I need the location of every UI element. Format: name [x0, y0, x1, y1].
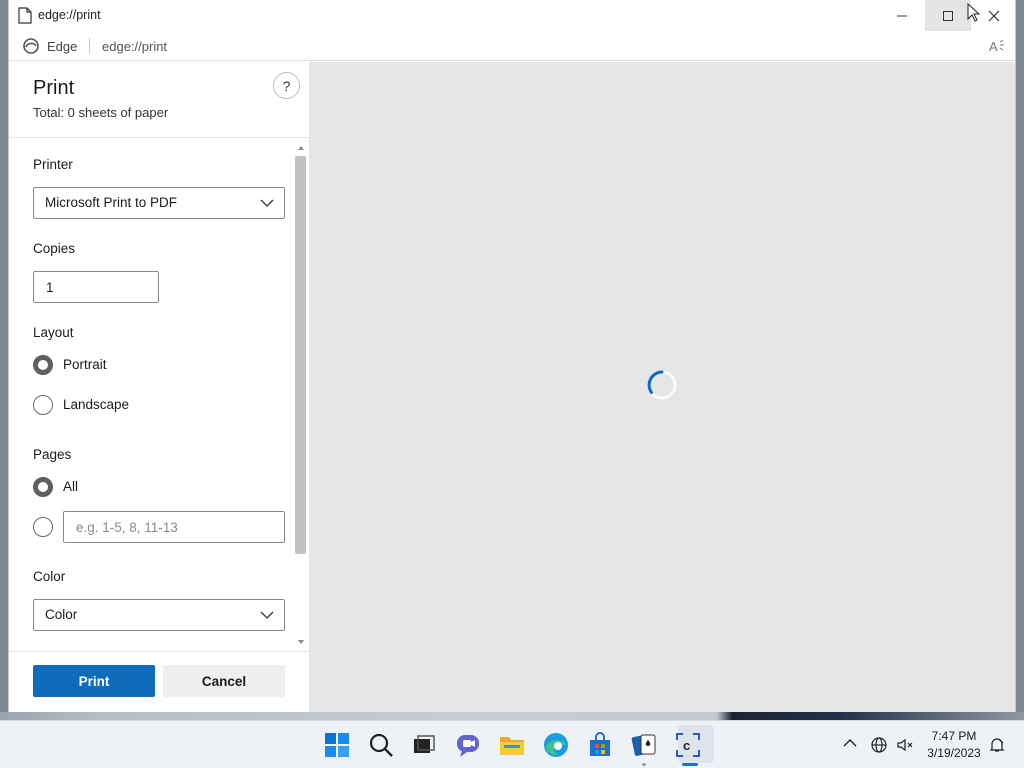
cards-icon[interactable] — [630, 731, 658, 759]
scrollbar-thumb[interactable] — [295, 156, 306, 554]
browser-window: edge://print Edge edge://print A Print T… — [8, 0, 1016, 712]
network-globe-icon[interactable] — [870, 736, 888, 754]
printer-select[interactable]: Microsoft Print to PDF — [33, 187, 285, 219]
chat-icon[interactable] — [454, 731, 482, 759]
print-button[interactable]: Print — [33, 665, 155, 697]
sheets-total: Total: 0 sheets of paper — [33, 105, 169, 120]
address-separator — [89, 38, 90, 54]
taskbar: c 7:47 PM 3/19/2023 — [0, 720, 1024, 768]
edge-icon[interactable] — [542, 731, 570, 759]
browser-brand: Edge — [47, 39, 78, 54]
minimize-icon — [897, 15, 907, 16]
c-app-icon[interactable]: c — [674, 731, 702, 759]
copies-label: Copies — [33, 241, 76, 256]
settings-scroll-area[interactable]: Printer Microsoft Print to PDF Copies 1 … — [9, 139, 309, 651]
edge-logo-icon — [23, 38, 39, 54]
desktop-wallpaper — [0, 712, 1024, 720]
chevron-down-icon — [260, 199, 274, 207]
color-select-value: Color — [45, 607, 78, 622]
printer-label: Printer — [33, 157, 73, 172]
pages-all-radio[interactable] — [33, 477, 53, 497]
cancel-button[interactable]: Cancel — [163, 665, 285, 697]
search-icon[interactable] — [367, 731, 395, 759]
svg-text:c: c — [683, 738, 690, 753]
desktop: edge://print Edge edge://print A Print T… — [0, 0, 1024, 768]
pages-all-label[interactable]: All — [63, 479, 78, 494]
help-icon: ? — [282, 77, 291, 94]
windows-logo-icon[interactable] — [323, 731, 351, 759]
loading-spinner-icon — [647, 370, 677, 400]
print-settings-panel: Print Total: 0 sheets of paper ? Printer… — [9, 62, 309, 712]
solitaire-running-indicator — [642, 763, 646, 766]
maximize-button[interactable] — [925, 0, 971, 31]
color-label: Color — [33, 569, 66, 584]
svg-text:A: A — [989, 39, 998, 54]
task-view-icon[interactable] — [410, 731, 438, 759]
pages-custom-placeholder: e.g. 1-5, 8, 11-13 — [76, 520, 178, 535]
print-panel-footer: Print Cancel — [9, 651, 309, 712]
document-icon — [18, 7, 32, 24]
pages-custom-input[interactable]: e.g. 1-5, 8, 11-13 — [63, 511, 285, 543]
window-title: edge://print — [38, 8, 101, 22]
chevron-down-icon — [260, 611, 274, 619]
pages-custom-radio[interactable] — [33, 517, 53, 537]
print-panel-header: Print Total: 0 sheets of paper ? — [9, 62, 309, 138]
close-icon — [988, 10, 1000, 21]
url-text[interactable]: edge://print — [102, 39, 167, 54]
copies-input[interactable]: 1 — [33, 271, 159, 303]
landscape-label[interactable]: Landscape — [63, 397, 129, 412]
help-button[interactable]: ? — [273, 72, 300, 99]
store-icon[interactable] — [586, 731, 614, 759]
printer-select-value: Microsoft Print to PDF — [45, 195, 178, 210]
read-aloud-icon[interactable]: A — [988, 37, 1006, 55]
pages-label: Pages — [33, 447, 72, 462]
scroll-up-arrow-icon[interactable] — [297, 144, 305, 152]
color-select[interactable]: Color — [33, 599, 285, 631]
portrait-label[interactable]: Portrait — [63, 357, 107, 372]
volume-muted-icon[interactable] — [896, 736, 914, 754]
print-preview-area — [309, 62, 1015, 712]
print-title: Print — [33, 77, 75, 99]
copies-value: 1 — [46, 280, 54, 295]
folder-icon[interactable] — [498, 731, 526, 759]
clock-time[interactable]: 7:47 PM — [924, 729, 984, 743]
clock-date[interactable]: 3/19/2023 — [924, 746, 984, 760]
notification-bell-icon[interactable] — [988, 736, 1006, 754]
layout-label: Layout — [33, 325, 74, 340]
portrait-radio[interactable] — [33, 355, 53, 375]
chevron-up-icon[interactable] — [843, 738, 857, 748]
mouse-cursor-icon — [967, 3, 981, 22]
maximize-icon — [943, 10, 953, 21]
active-app-indicator — [682, 763, 698, 766]
minimize-button[interactable] — [879, 0, 925, 31]
scroll-down-arrow-icon[interactable] — [297, 638, 305, 646]
address-bar: Edge edge://print A — [9, 31, 1015, 61]
landscape-radio[interactable] — [33, 395, 53, 415]
title-bar: edge://print — [9, 0, 1015, 31]
